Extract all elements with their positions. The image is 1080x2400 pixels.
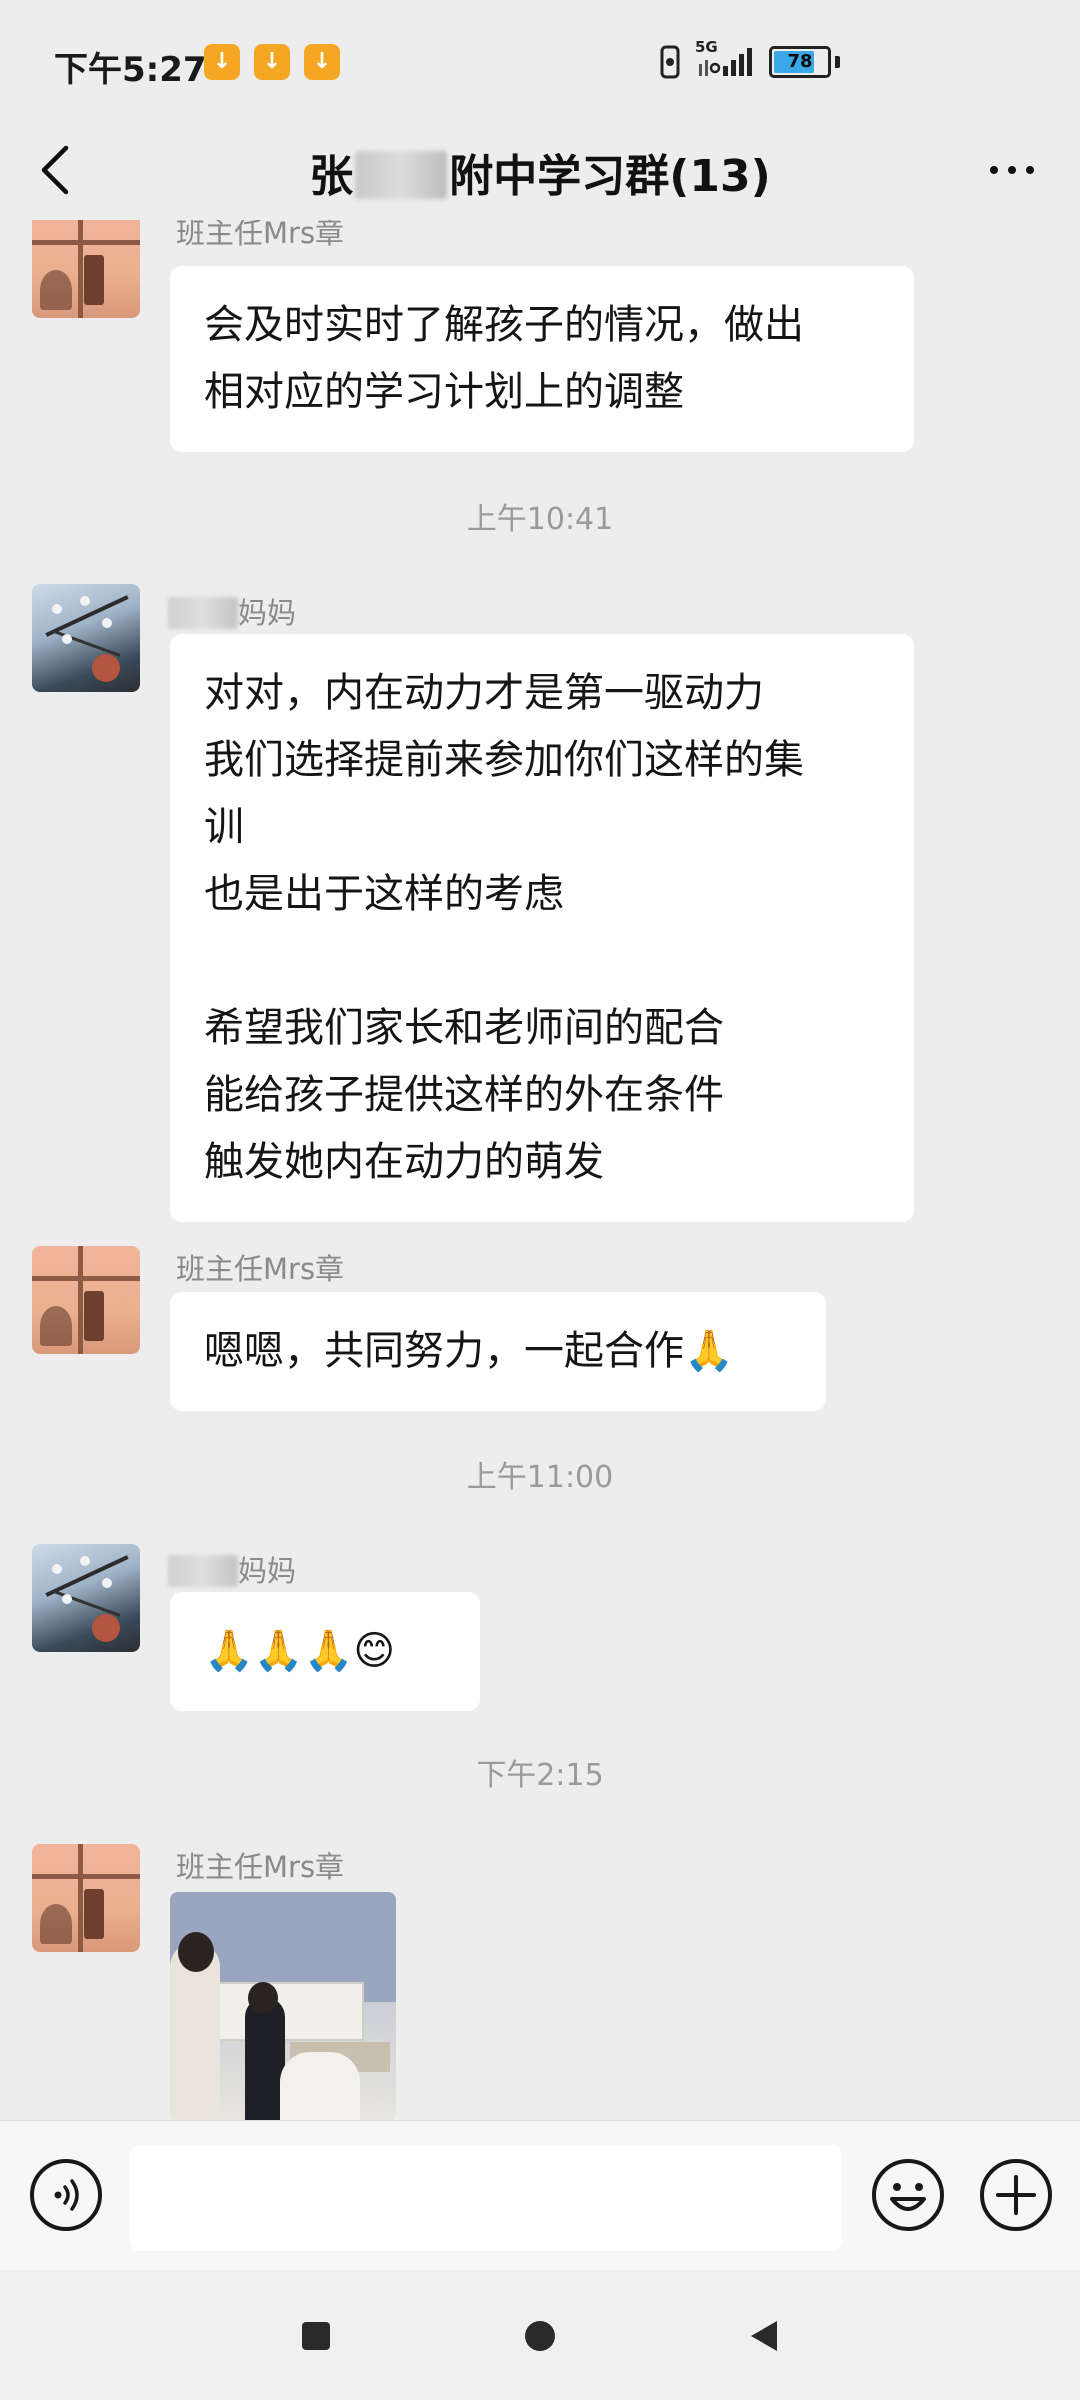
teacher-avatar[interactable] bbox=[32, 220, 140, 318]
message-line: 🙏🙏🙏😊 bbox=[204, 1628, 396, 1674]
signal-icon: 5G bbox=[695, 38, 755, 82]
home-icon bbox=[525, 2321, 555, 2351]
dot-icon bbox=[1008, 166, 1016, 174]
notification-icon: ↓ bbox=[254, 44, 290, 80]
timestamp: 上午10:41 bbox=[466, 502, 614, 537]
more-features-button[interactable] bbox=[978, 2157, 1054, 2233]
message-line: 会及时实时了解孩子的情况，做出 bbox=[204, 302, 804, 348]
message-input[interactable] bbox=[130, 2145, 842, 2251]
timestamp: 下午2:15 bbox=[476, 1758, 604, 1793]
message-line bbox=[204, 928, 880, 995]
message-line: 能给孩子提供这样的外在条件 bbox=[204, 1072, 724, 1118]
classroom-photo[interactable] bbox=[170, 1892, 396, 2120]
recents-button[interactable] bbox=[286, 2306, 346, 2366]
notification-icon: ↓ bbox=[304, 44, 340, 80]
status-indicators: 5G 78 bbox=[659, 38, 840, 84]
teacher-avatar[interactable] bbox=[32, 1844, 140, 1952]
home-button[interactable] bbox=[510, 2306, 570, 2366]
sender-name: 班主任Mrs章 bbox=[176, 1850, 345, 1884]
sender-label: 妈妈 bbox=[238, 1554, 297, 1588]
message-line: 训 bbox=[204, 804, 244, 850]
dot-icon bbox=[1026, 166, 1034, 174]
redacted-text bbox=[355, 151, 448, 199]
sender-name: 妈妈 bbox=[168, 590, 296, 632]
redacted-text bbox=[168, 1555, 238, 1587]
notification-icon: ↓ bbox=[204, 44, 240, 80]
mom-avatar[interactable] bbox=[32, 1544, 140, 1652]
message-line: 嗯嗯，共同努力，一起合作🙏 bbox=[204, 1328, 734, 1374]
back-icon bbox=[751, 2321, 777, 2351]
recents-icon bbox=[302, 2322, 330, 2350]
message-list[interactable]: 班主任Mrs章 会及时实时了解孩子的情况，做出 相对应的学习计划上的调整 上午1… bbox=[0, 220, 1080, 2120]
title-prefix: 张 bbox=[309, 151, 354, 202]
message-bubble[interactable]: 会及时实时了解孩子的情况，做出 相对应的学习计划上的调整 bbox=[170, 266, 914, 452]
chat-title: 张 附中学习群(13) bbox=[0, 140, 1080, 204]
message-item: 妈妈 🙏🙏🙏😊 bbox=[0, 1544, 1080, 1724]
message-bubble[interactable]: 嗯嗯，共同努力，一起合作🙏 bbox=[170, 1292, 826, 1411]
redacted-text bbox=[168, 597, 238, 629]
message-bubble[interactable]: 对对，内在动力才是第一驱动力 我们选择提前来参加你们这样的集 训 也是出于这样的… bbox=[170, 634, 914, 1222]
message-item: 班主任Mrs章 嗯嗯，共同努力，一起合作🙏 bbox=[0, 1246, 1080, 1436]
input-bar bbox=[0, 2120, 1080, 2271]
timestamp: 上午11:00 bbox=[466, 1460, 614, 1495]
message-line: 也是出于这样的考虑 bbox=[204, 871, 564, 917]
sender-name: 班主任Mrs章 bbox=[176, 220, 345, 250]
more-options-button[interactable] bbox=[972, 140, 1052, 200]
vibrate-icon bbox=[660, 45, 680, 79]
smiley-icon bbox=[872, 2159, 944, 2231]
back-nav-button[interactable] bbox=[734, 2306, 794, 2366]
voice-button[interactable] bbox=[28, 2157, 104, 2233]
emoji-button[interactable] bbox=[870, 2157, 946, 2233]
sender-name: 班主任Mrs章 bbox=[176, 1252, 345, 1286]
sender-name: 妈妈 bbox=[168, 1548, 296, 1590]
status-bar: 下午5:27 ↓ ↓ ↓ 5G 78 bbox=[0, 0, 1080, 120]
message-item: 班主任Mrs章 会及时实时了解孩子的情况，做出 相对应的学习计划上的调整 bbox=[0, 220, 1080, 510]
status-time: 下午5:27 bbox=[54, 50, 207, 90]
message-line: 相对应的学习计划上的调整 bbox=[204, 369, 684, 415]
message-line: 触发她内在动力的萌发 bbox=[204, 1139, 604, 1185]
title-suffix: 附中学习群(13) bbox=[449, 151, 771, 202]
battery-percent: 78 bbox=[787, 51, 813, 72]
system-nav-bar bbox=[0, 2270, 1080, 2400]
message-line: 对对，内在动力才是第一驱动力 bbox=[204, 670, 764, 716]
message-line: 希望我们家长和老师间的配合 bbox=[204, 1005, 724, 1051]
message-bubble[interactable]: 🙏🙏🙏😊 bbox=[170, 1592, 480, 1711]
sender-label: 妈妈 bbox=[238, 596, 297, 630]
mom-avatar[interactable] bbox=[32, 584, 140, 692]
dot-icon bbox=[990, 166, 998, 174]
plus-icon bbox=[980, 2159, 1052, 2231]
battery-cap bbox=[835, 56, 840, 68]
message-line: 我们选择提前来参加你们这样的集 bbox=[204, 737, 804, 783]
teacher-avatar[interactable] bbox=[32, 1246, 140, 1354]
message-item: 班主任Mrs章 bbox=[0, 1844, 1080, 2120]
chat-header: 张 附中学习群(13) bbox=[0, 120, 1080, 220]
battery-icon: 78 bbox=[769, 46, 831, 78]
voice-icon bbox=[30, 2159, 102, 2231]
